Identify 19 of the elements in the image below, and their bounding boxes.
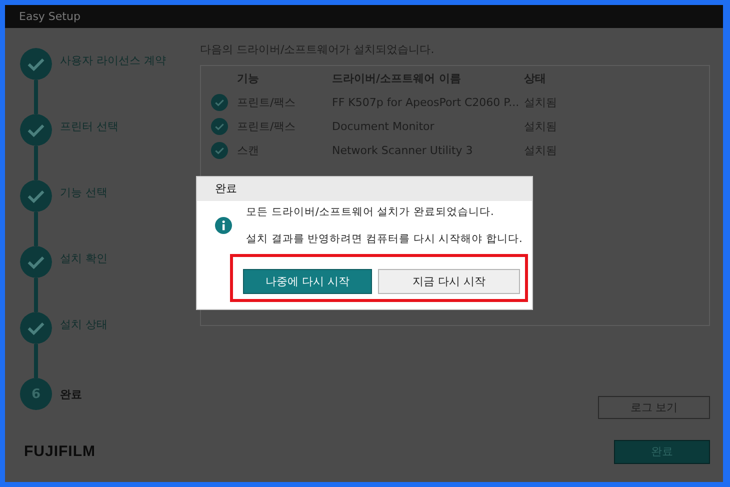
info-icon (215, 217, 232, 234)
dialog-message: 모든 드라이버/소프트웨어 설치가 완료되었습니다. (246, 205, 495, 219)
step-connector (34, 344, 38, 378)
step-label: 기능 선택 (60, 184, 108, 200)
step-label: 설치 상태 (60, 316, 108, 332)
step-label: 설치 확인 (60, 250, 108, 266)
dialog-message: 설치 결과를 반영하려면 컴퓨터를 다시 시작해야 합니다. (246, 232, 522, 246)
restart-later-button[interactable]: 나중에 다시 시작 (243, 269, 372, 294)
restart-now-button[interactable]: 지금 다시 시작 (378, 269, 520, 294)
step-connector (34, 212, 38, 246)
step-connector (34, 146, 38, 180)
dialog-title: 완료 (197, 177, 532, 201)
step-label: 프린터 선택 (60, 118, 118, 134)
window-title: Easy Setup (5, 5, 723, 28)
step-label: 사용자 라이선스 계약 (60, 52, 166, 68)
logo: FUJIFILM (24, 443, 96, 460)
step-label: 완료 (60, 386, 82, 402)
step-connector (34, 278, 38, 312)
step-connector (34, 80, 38, 114)
